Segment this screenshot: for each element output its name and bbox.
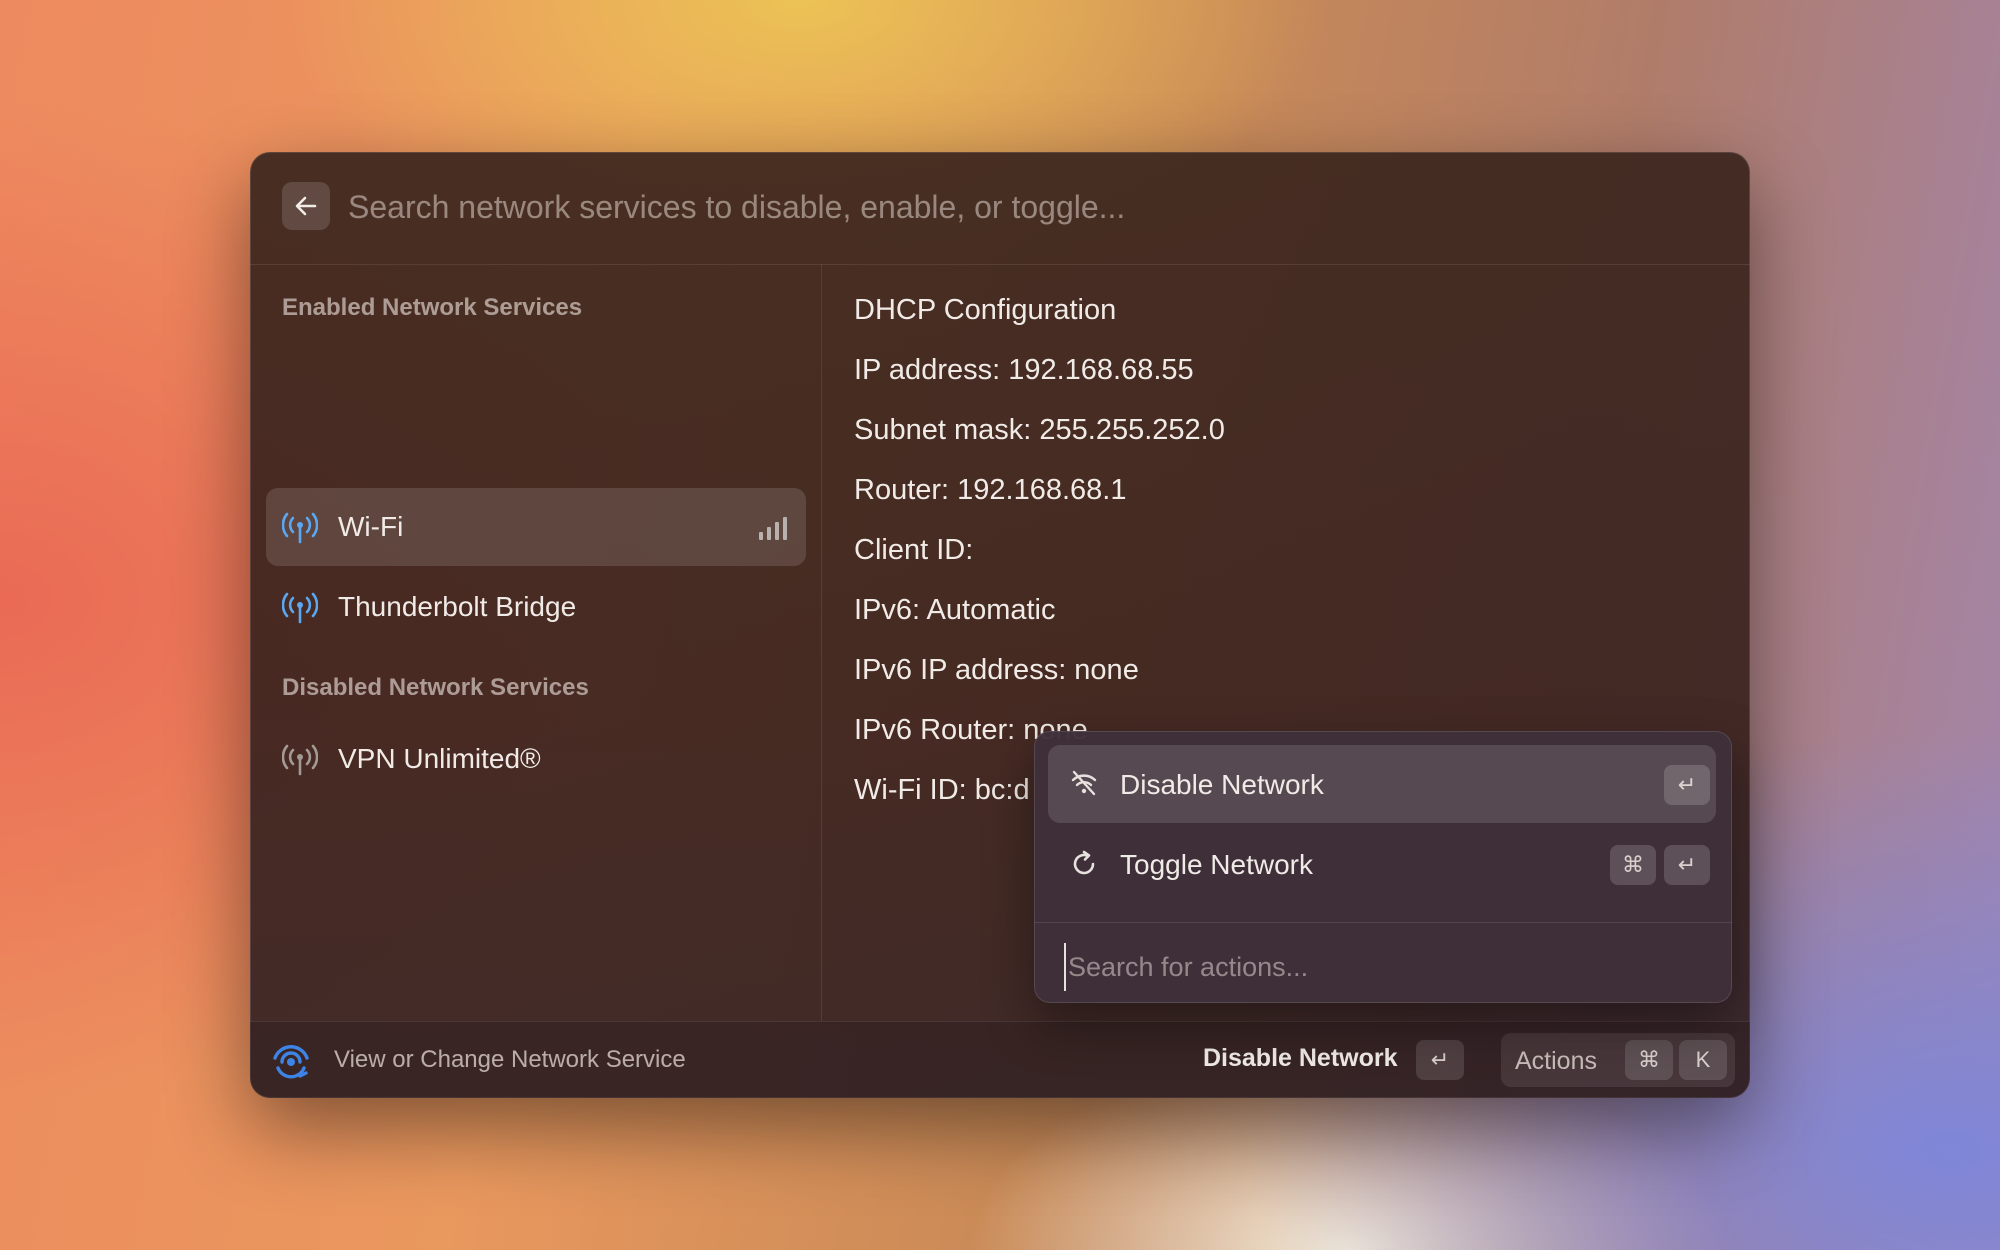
refresh-icon bbox=[1073, 850, 1095, 875]
antenna-icon bbox=[282, 744, 318, 776]
actions-button[interactable]: Actions ⌘ K bbox=[1501, 1033, 1735, 1087]
detail-router: Router: 192.168.68.1 bbox=[854, 474, 1127, 506]
action-label: Toggle Network bbox=[1120, 849, 1313, 880]
command-key-hint: ⌘ bbox=[1625, 1040, 1673, 1080]
action-search-input[interactable] bbox=[1064, 943, 1710, 991]
service-item-vpn-unlimited[interactable]: VPN Unlimited® bbox=[266, 720, 806, 798]
popover-divider bbox=[1034, 922, 1732, 923]
k-key-hint: K bbox=[1679, 1040, 1727, 1080]
actions-popover: Disable Network ↵ Toggle Network ⌘ ↵ bbox=[1034, 731, 1732, 1003]
actions-label: Actions bbox=[1515, 1047, 1597, 1075]
arrow-left-icon bbox=[295, 196, 317, 216]
primary-action-button[interactable]: Disable Network bbox=[1203, 1044, 1398, 1073]
detail-wifi-id: Wi-Fi ID: bc:d bbox=[854, 774, 1030, 806]
action-label: Disable Network bbox=[1120, 769, 1324, 800]
search-bar bbox=[250, 152, 1750, 265]
command-key-hint: ⌘ bbox=[1610, 845, 1656, 885]
action-disable-network[interactable]: Disable Network ↵ bbox=[1048, 745, 1716, 823]
detail-ipv6: IPv6: Automatic bbox=[854, 594, 1056, 626]
enter-key-hint: ↵ bbox=[1416, 1040, 1464, 1080]
service-item-wifi[interactable]: Wi-Fi bbox=[266, 488, 806, 566]
wifi-off-icon bbox=[1071, 770, 1097, 796]
service-item-thunderbolt-bridge[interactable]: Thunderbolt Bridge bbox=[266, 568, 806, 646]
action-bar: View or Change Network Service Disable N… bbox=[250, 1021, 1750, 1098]
enter-key-hint: ↵ bbox=[1664, 765, 1710, 805]
detail-ipv6-address: IPv6 IP address: none bbox=[854, 654, 1139, 686]
service-label: Wi-Fi bbox=[338, 511, 404, 542]
service-label: Thunderbolt Bridge bbox=[338, 591, 577, 622]
enter-key-hint: ↵ bbox=[1664, 845, 1710, 885]
search-input[interactable] bbox=[346, 178, 1700, 236]
antenna-icon bbox=[282, 512, 318, 544]
detail-client-id: Client ID: bbox=[854, 534, 974, 566]
signal-strength-icon bbox=[759, 517, 787, 540]
network-extension-icon bbox=[273, 1045, 309, 1079]
antenna-icon bbox=[282, 592, 318, 624]
service-label: VPN Unlimited® bbox=[338, 743, 541, 774]
detail-ip-address: IP address: 192.168.68.55 bbox=[854, 354, 1194, 386]
command-title: View or Change Network Service bbox=[334, 1046, 686, 1073]
section-title-enabled: Enabled Network Services bbox=[282, 294, 583, 321]
detail-subnet-mask: Subnet mask: 255.255.252.0 bbox=[854, 414, 1225, 446]
action-toggle-network[interactable]: Toggle Network ⌘ ↵ bbox=[1048, 825, 1716, 903]
back-button[interactable] bbox=[282, 182, 330, 230]
detail-title: DHCP Configuration bbox=[854, 294, 1117, 326]
section-title-disabled: Disabled Network Services bbox=[282, 674, 589, 701]
